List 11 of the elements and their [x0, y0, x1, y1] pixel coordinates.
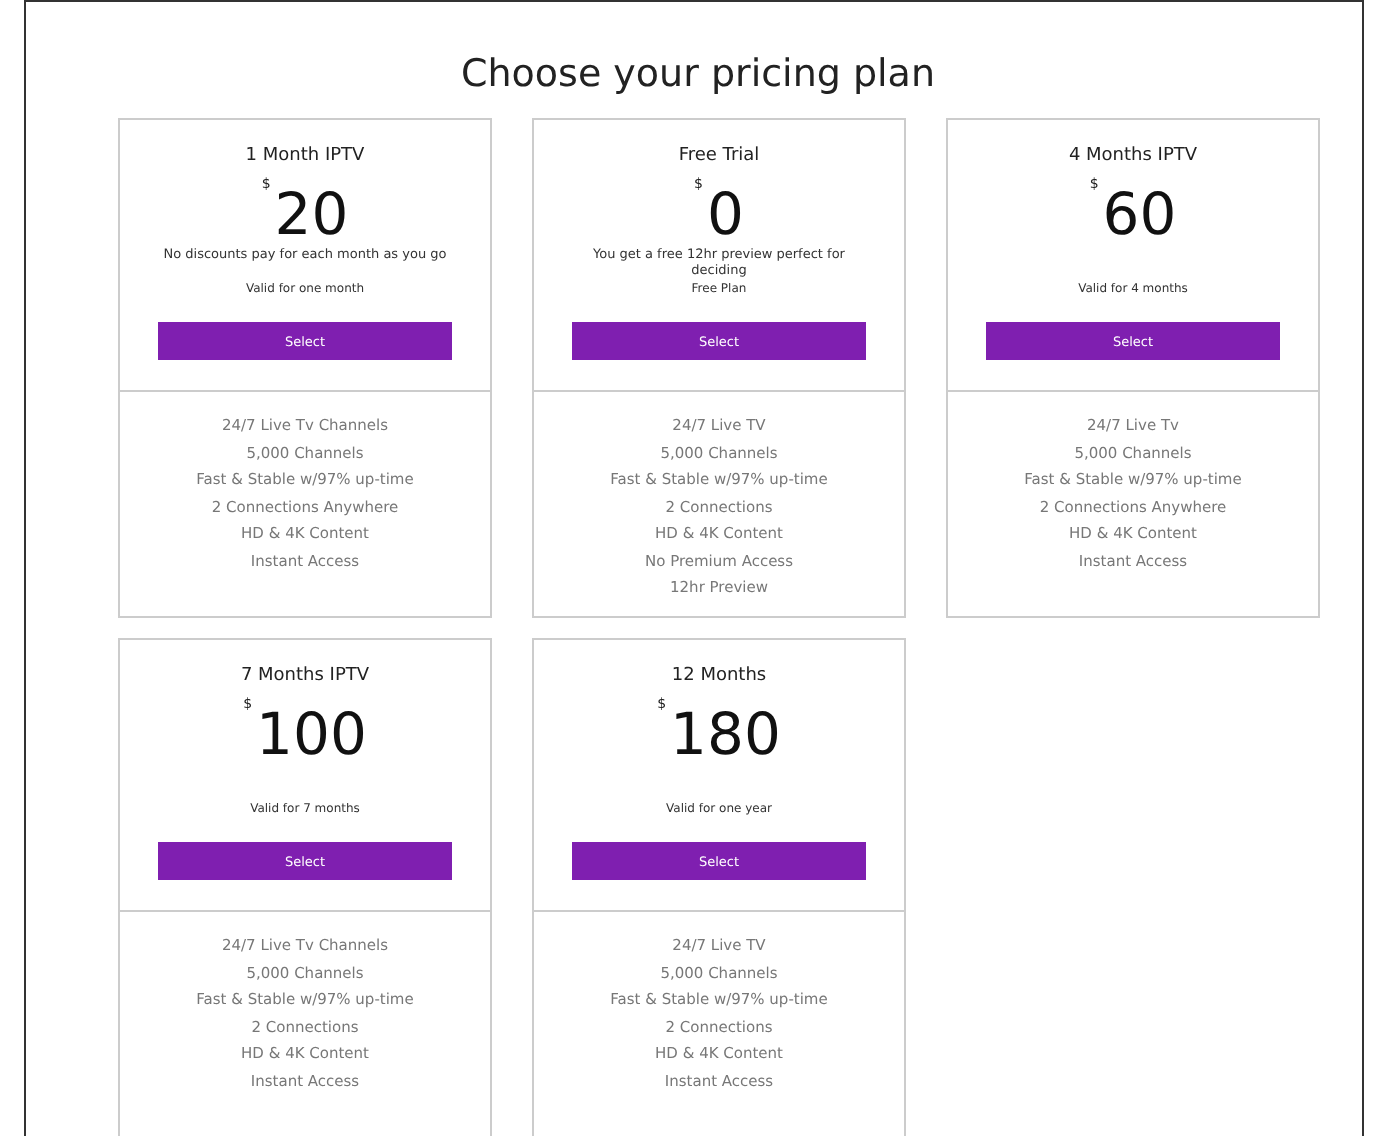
- plan-name: 4 Months IPTV: [1068, 144, 1198, 170]
- plan-price: 0: [707, 182, 744, 246]
- plan-price: 60: [1102, 182, 1177, 246]
- plan-price: 180: [670, 702, 781, 766]
- plan-name: Free Trial: [678, 144, 760, 170]
- plan-name: 1 Month IPTV: [245, 144, 365, 170]
- page-title: Choose your pricing plan: [459, 50, 937, 100]
- plan-name: 12 Months: [671, 664, 767, 690]
- plan-price: 20: [274, 182, 349, 246]
- plan-name: 7 Months IPTV: [240, 664, 370, 690]
- plan-price: 100: [256, 702, 367, 766]
